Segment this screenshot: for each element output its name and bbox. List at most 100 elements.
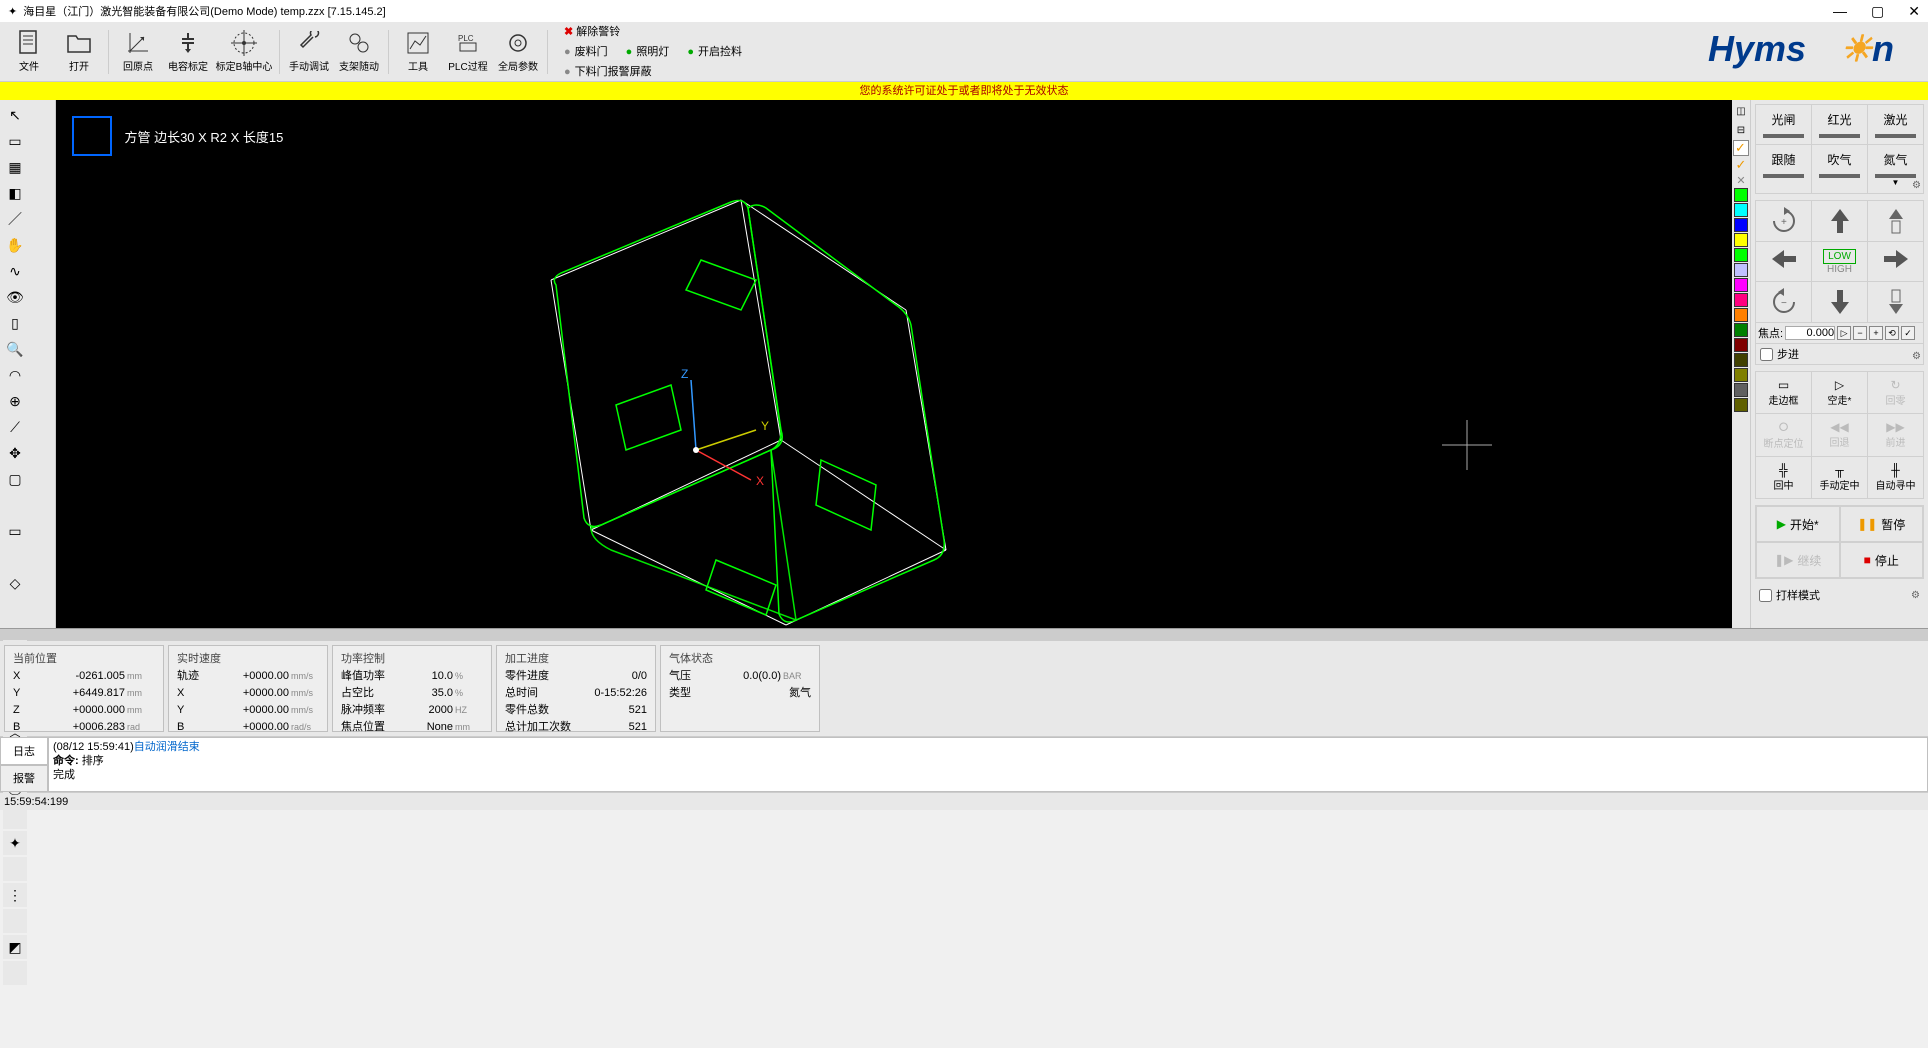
auto-center-button[interactable]: ╫自动寻中 [1868, 457, 1923, 498]
color-swatch[interactable] [1734, 218, 1748, 232]
gear-icon[interactable]: ⚙ [1912, 351, 1921, 362]
open-button[interactable]: 打开 [54, 24, 104, 80]
color-swatch[interactable] [1734, 308, 1748, 322]
gear-icon[interactable]: ⚙ [1911, 590, 1920, 601]
jog-down-button[interactable] [1812, 282, 1868, 322]
marquee-icon[interactable]: ◧ [3, 181, 27, 205]
color-swatch[interactable] [1734, 278, 1748, 292]
minimize-button[interactable]: — [1833, 3, 1847, 20]
laser-button[interactable]: 激光 [1868, 105, 1923, 144]
manual-button[interactable]: 手动调试 [284, 24, 334, 80]
clear-alarm-button[interactable]: ✖ 解除警铃 [564, 22, 620, 42]
polyline-icon[interactable]: ⟋ [3, 415, 27, 439]
color-swatch[interactable] [1734, 353, 1748, 367]
color-swatch[interactable] [1734, 188, 1748, 202]
move-icon[interactable]: ✥ [3, 441, 27, 465]
close-button[interactable]: ✕ [1908, 3, 1920, 20]
red-light-button[interactable]: 红光 [1812, 105, 1868, 144]
z-down-button[interactable] [1868, 282, 1923, 322]
shape2-icon[interactable]: ▭ [3, 519, 27, 543]
shape3-icon[interactable]: ◇ [3, 571, 27, 595]
line-icon[interactable]: ／ [3, 207, 27, 231]
jog-up-button[interactable] [1812, 201, 1868, 241]
focus-minus-button[interactable]: − [1853, 326, 1867, 340]
star-icon[interactable]: ✦ [3, 831, 27, 855]
shutter-button[interactable]: 光闸 [1756, 105, 1812, 144]
focus-reset-button[interactable]: ⟲ [1885, 326, 1899, 340]
file-button[interactable]: 文件 [4, 24, 54, 80]
b-axis-button[interactable]: 标定B轴中心 [213, 24, 275, 80]
misc1-icon[interactable]: ⋮ [3, 883, 27, 907]
blow-button[interactable]: 吹气 [1812, 145, 1868, 193]
cap-cal-button[interactable]: 电容标定 [163, 24, 213, 80]
zoom-icon[interactable]: 🔍 [3, 337, 27, 361]
pause-button[interactable]: ❚❚暂停 [1840, 506, 1924, 542]
zoom-fit-icon[interactable]: ⊕ [3, 389, 27, 413]
color-swatch[interactable] [1734, 323, 1748, 337]
forward-button[interactable]: ▶▶前进 [1868, 414, 1923, 456]
canvas-viewport[interactable]: 方管 边长30 X R2 X 长度15 [56, 100, 1732, 628]
strip-top2-icon[interactable]: ⊟ [1733, 122, 1749, 138]
start-button[interactable]: ▶开始* [1756, 506, 1840, 542]
log-tab[interactable]: 日志 [0, 737, 48, 765]
frame-button[interactable]: ▭走边框 [1756, 372, 1812, 413]
canvas-scrollbar[interactable] [0, 628, 1928, 640]
color-swatch[interactable] [1734, 203, 1748, 217]
select-rect-icon[interactable]: ▭ [3, 129, 27, 153]
arc-icon[interactable]: ◠ [3, 363, 27, 387]
color-swatch[interactable] [1734, 383, 1748, 397]
sample-mode-checkbox[interactable] [1759, 589, 1772, 602]
follow-button[interactable]: 跟随 [1756, 145, 1812, 193]
rect-icon[interactable]: ▯ [3, 311, 27, 335]
back-button[interactable]: ◀◀回退 [1812, 414, 1868, 456]
speed-toggle-button[interactable]: LOWHIGH [1812, 242, 1868, 281]
pan-icon[interactable]: ✋ [3, 233, 27, 257]
center-button[interactable]: ╬回中 [1756, 457, 1812, 498]
color-swatch[interactable] [1734, 233, 1748, 247]
alarm-tab[interactable]: 报警 [0, 765, 48, 793]
eye-icon[interactable]: 👁 [3, 285, 27, 309]
focus-input[interactable] [1785, 326, 1835, 340]
plc-button[interactable]: PLCPLC过程 [443, 24, 493, 80]
tool-button[interactable]: 工具 [393, 24, 443, 80]
focus-plus-button[interactable]: + [1869, 326, 1883, 340]
waste-door-toggle[interactable]: 废料门 [564, 42, 608, 62]
strip-check-icon[interactable]: ✓ [1733, 140, 1749, 156]
global-button[interactable]: 全局参数 [493, 24, 543, 80]
unload-mask-toggle[interactable]: 下料门报警屏蔽 [564, 62, 652, 82]
rotate-cw-button[interactable]: + [1756, 201, 1812, 241]
support-button[interactable]: 支架随动 [334, 24, 384, 80]
manual-center-button[interactable]: ╥手动定中 [1812, 457, 1868, 498]
light-toggle[interactable]: 照明灯 [626, 42, 670, 62]
color-swatch[interactable] [1734, 263, 1748, 277]
maximize-button[interactable]: ▢ [1871, 3, 1884, 20]
color-swatch[interactable] [1734, 398, 1748, 412]
cursor-icon[interactable]: ↖ [3, 103, 27, 127]
continue-button[interactable]: ❚▶继续 [1756, 542, 1840, 578]
misc2-icon[interactable]: ◩ [3, 935, 27, 959]
curve-icon[interactable]: ∿ [3, 259, 27, 283]
dryrun-button[interactable]: ▷空走* [1812, 372, 1868, 413]
start-feed-toggle[interactable]: 开启捡料 [687, 42, 742, 62]
z-up-button[interactable] [1868, 201, 1923, 241]
color-swatch[interactable] [1734, 368, 1748, 382]
stop-button[interactable]: ■停止 [1840, 542, 1924, 578]
strip-top1-icon[interactable]: ◫ [1733, 103, 1749, 119]
rotate-ccw-button[interactable]: − [1756, 282, 1812, 322]
zero-button[interactable]: ↻回零 [1868, 372, 1923, 413]
focus-save-button[interactable]: ✓ [1901, 326, 1915, 340]
step-checkbox[interactable] [1760, 348, 1773, 361]
strip-check2-icon[interactable]: ✓ [1736, 157, 1747, 173]
jog-left-button[interactable] [1756, 242, 1812, 281]
color-swatch[interactable] [1734, 293, 1748, 307]
strip-x-icon[interactable]: ✕ [1736, 174, 1745, 187]
color-swatch[interactable] [1734, 248, 1748, 262]
breakpoint-button[interactable]: ⭘断点定位 [1756, 414, 1812, 456]
jog-right-button[interactable] [1868, 242, 1923, 281]
gear-icon[interactable]: ⚙ [1912, 180, 1921, 191]
grid-icon[interactable]: ▦ [3, 155, 27, 179]
origin-button[interactable]: 回原点 [113, 24, 163, 80]
focus-go-button[interactable]: ▷ [1837, 326, 1851, 340]
color-swatch[interactable] [1734, 338, 1748, 352]
shape1-icon[interactable]: ▢ [3, 467, 27, 491]
